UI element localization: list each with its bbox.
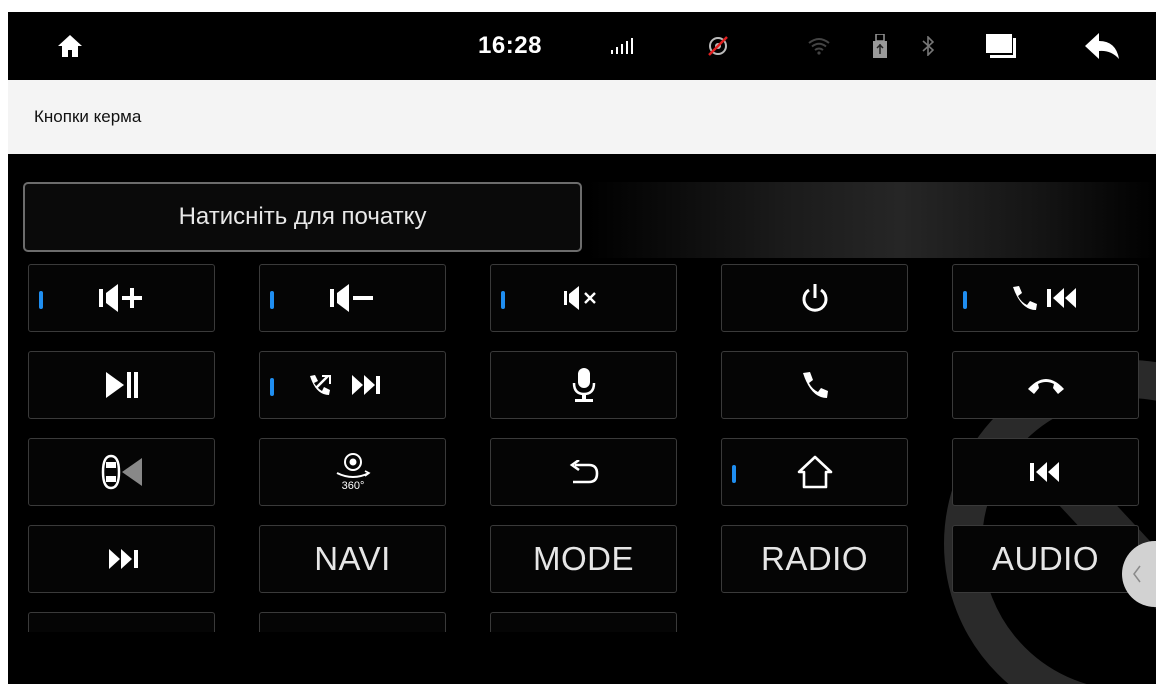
svg-text:360°: 360° (341, 480, 364, 491)
navi-label: NAVI (314, 540, 391, 577)
signal-bars-icon (608, 12, 638, 80)
chevron-left-icon (1133, 565, 1141, 583)
page-title: Кнопки керма (34, 107, 142, 126)
hangup-next-icon (309, 375, 380, 395)
head-unit-screen: 16:28 Кнопки керма Натисніть для початку… (8, 12, 1156, 684)
car-radar-icon (101, 454, 142, 490)
next-track-icon (108, 549, 138, 569)
volume-up-icon (98, 284, 142, 312)
phone-answer-icon (802, 372, 828, 398)
usb-icon (870, 12, 890, 80)
next-track-button[interactable] (28, 525, 215, 593)
play-pause-button[interactable] (28, 351, 215, 419)
previous-track-button[interactable] (952, 438, 1139, 506)
home-outline-icon (797, 455, 832, 489)
learned-indicator (39, 291, 43, 309)
volume-down-button[interactable] (259, 264, 446, 332)
start-learning-button[interactable]: Натисніть для початку (23, 182, 582, 252)
phone-hangup-button[interactable] (952, 351, 1139, 419)
mute-icon (563, 286, 596, 310)
phone-hangup-icon (1027, 379, 1064, 394)
power-icon (802, 284, 827, 312)
bluetooth-icon (918, 12, 938, 80)
steering-keys-panel: Натисніть для початку 360° NAVI MODE RAD… (8, 154, 1156, 684)
camera-360-icon: 360° (336, 453, 371, 491)
learned-indicator (270, 291, 274, 309)
clock: 16:28 (478, 32, 542, 59)
mode-button[interactable]: MODE (490, 525, 677, 593)
return-button[interactable] (490, 438, 677, 506)
gps-off-icon (704, 12, 732, 80)
learned-indicator (501, 291, 505, 309)
car-radar-button[interactable] (28, 438, 215, 506)
key-button-partial[interactable] (28, 612, 215, 632)
call-previous-button[interactable] (952, 264, 1139, 332)
volume-up-button[interactable] (28, 264, 215, 332)
microphone-icon (572, 368, 595, 402)
home-icon[interactable] (50, 12, 90, 80)
back-arrow-icon[interactable] (1082, 12, 1122, 80)
power-button[interactable] (721, 264, 908, 332)
recent-apps-icon[interactable] (984, 12, 1018, 80)
mode-label: MODE (533, 540, 634, 577)
volume-down-icon (329, 284, 373, 312)
return-icon (569, 460, 598, 484)
wifi-icon (804, 12, 834, 80)
voice-button[interactable] (490, 351, 677, 419)
key-button-partial[interactable] (490, 612, 677, 632)
title-bar: Кнопки керма (8, 80, 1156, 154)
play-pause-icon (105, 372, 138, 398)
learned-indicator (963, 291, 967, 309)
navi-button[interactable]: NAVI (259, 525, 446, 593)
audio-label: AUDIO (991, 540, 1099, 577)
learned-indicator (732, 465, 736, 483)
radio-button[interactable]: RADIO (721, 525, 908, 593)
learned-indicator (270, 378, 274, 396)
previous-track-icon (1029, 462, 1059, 482)
home-button[interactable] (721, 438, 908, 506)
glow-strip (588, 182, 1156, 258)
hangup-next-button[interactable] (259, 351, 446, 419)
audio-button[interactable]: AUDIO (952, 525, 1139, 593)
radio-label: RADIO (760, 540, 868, 577)
key-button-partial[interactable] (259, 612, 446, 632)
mute-button[interactable] (490, 264, 677, 332)
camera-360-button[interactable]: 360° (259, 438, 446, 506)
status-bar: 16:28 (8, 12, 1156, 80)
phone-answer-button[interactable] (721, 351, 908, 419)
call-previous-icon (1012, 286, 1076, 310)
